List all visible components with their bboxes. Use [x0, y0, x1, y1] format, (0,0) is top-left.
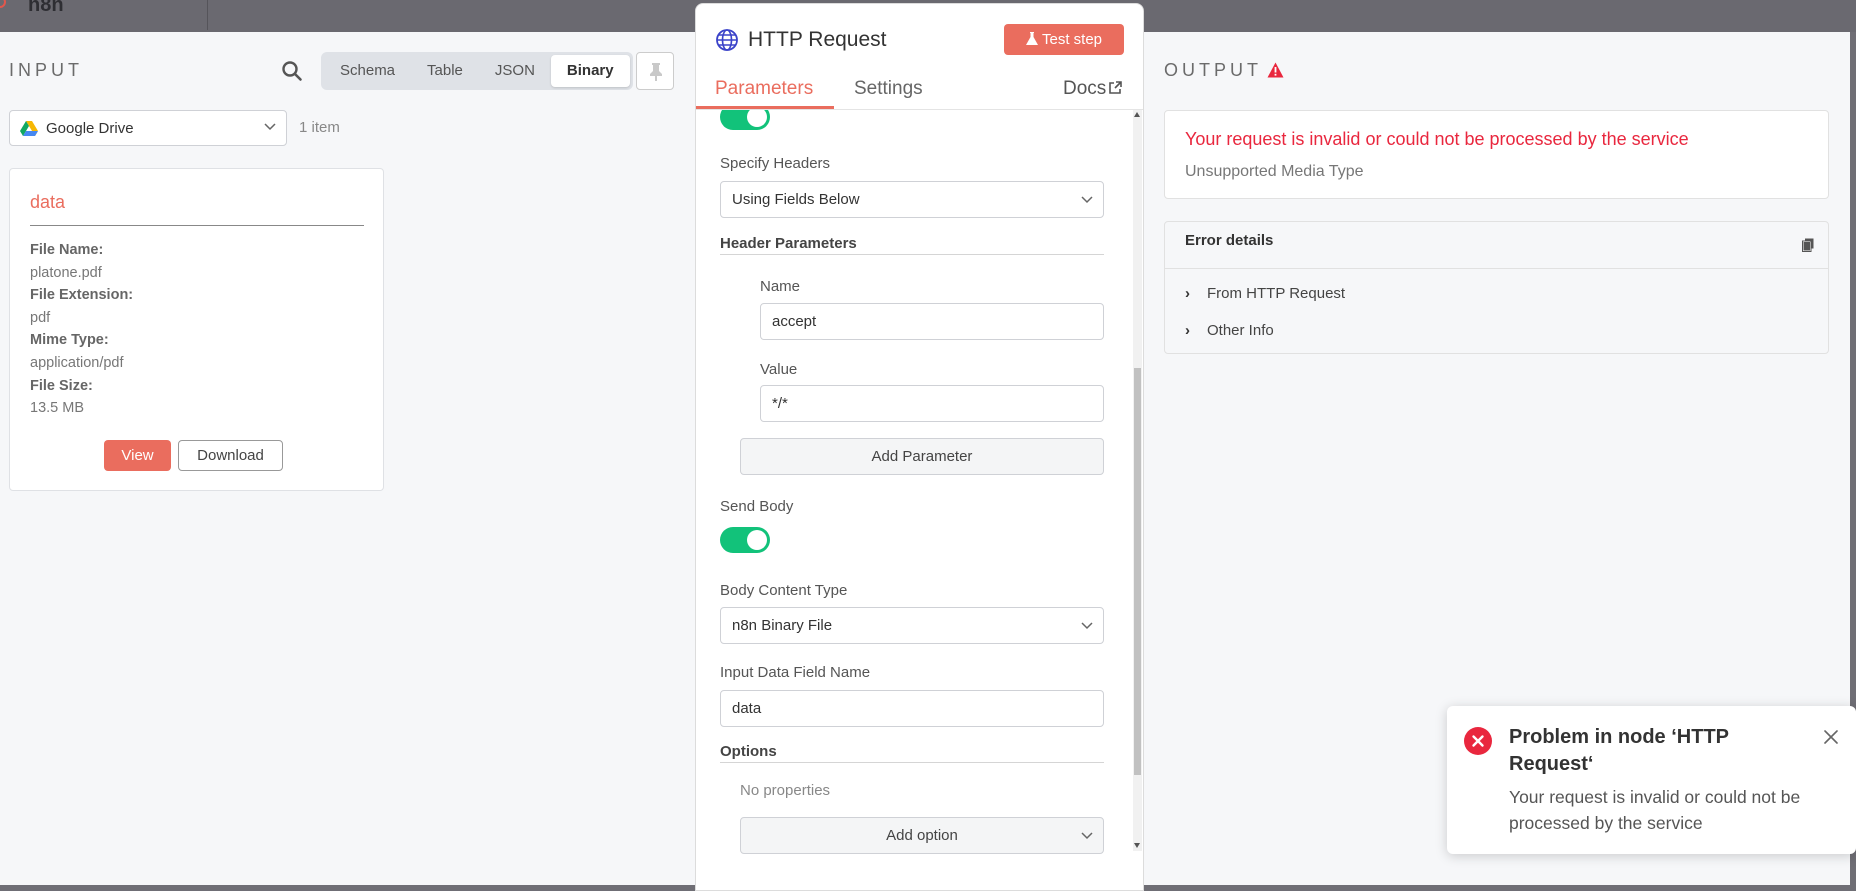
- tab-schema[interactable]: Schema: [324, 55, 411, 87]
- binary-metadata: File Name: platone.pdf File Extension: p…: [30, 239, 133, 420]
- error-message-box: Your request is invalid or could not be …: [1164, 110, 1829, 199]
- binary-data-card: data File Name: platone.pdf File Extensi…: [9, 168, 384, 491]
- input-panel-title: INPUT: [9, 60, 83, 80]
- test-step-button[interactable]: Test step: [1004, 24, 1124, 55]
- error-details-divider: [1165, 268, 1828, 269]
- parameters-scrollbar[interactable]: [1133, 110, 1142, 851]
- chevron-down-icon: [1081, 832, 1093, 840]
- details-row-label: From HTTP Request: [1207, 285, 1346, 302]
- details-row-other-info[interactable]: › Other Info: [1185, 322, 1274, 339]
- meta-value: pdf: [30, 309, 51, 326]
- app-logo-text: n8n: [28, 0, 64, 16]
- scroll-up-arrow[interactable]: [1134, 112, 1140, 117]
- input-field-name-input[interactable]: data: [720, 690, 1104, 727]
- header-name-value: accept: [772, 313, 817, 330]
- copy-icon[interactable]: [1802, 238, 1814, 252]
- error-circle-icon: [1464, 727, 1492, 755]
- error-title: Your request is invalid or could not be …: [1185, 129, 1689, 149]
- meta-value: 13.5 MB: [30, 400, 84, 417]
- toast-message: Your request is invalid or could not be …: [1509, 787, 1801, 833]
- error-subtitle: Unsupported Media Type: [1185, 163, 1364, 180]
- meta-value: platone.pdf: [30, 264, 102, 281]
- docs-label: Docs: [1063, 78, 1107, 99]
- header-parameters-divider: [720, 254, 1104, 255]
- input-field-name-label: Input Data Field Name: [720, 664, 871, 681]
- input-node-select[interactable]: Google Drive: [9, 110, 287, 146]
- tab-settings[interactable]: Settings: [854, 78, 923, 100]
- options-heading: Options: [720, 743, 777, 760]
- send-body-toggle[interactable]: [720, 527, 770, 553]
- header-value-label: Value: [760, 361, 798, 378]
- add-option-button[interactable]: Add option: [740, 817, 1104, 854]
- parameters-scroll-area[interactable]: Specify Headers Using Fields Below Heade…: [696, 110, 1143, 855]
- specify-headers-select[interactable]: Using Fields Below: [720, 181, 1104, 218]
- header-value-input[interactable]: */*: [760, 385, 1104, 422]
- meta-key: File Extension:: [30, 287, 134, 304]
- tab-binary[interactable]: Binary: [550, 55, 630, 87]
- globe-icon: [716, 29, 738, 51]
- output-panel-title: OUTPUT: [1164, 60, 1262, 80]
- flask-icon: [1025, 32, 1038, 45]
- docs-link[interactable]: Docs: [1063, 78, 1123, 100]
- input-field-name-value: data: [732, 700, 762, 717]
- close-icon[interactable]: [1824, 730, 1838, 744]
- scroll-down-arrow[interactable]: [1134, 843, 1140, 848]
- no-properties-text: No properties: [740, 782, 831, 799]
- pin-icon: [650, 63, 662, 81]
- view-button[interactable]: View: [104, 440, 171, 471]
- display-mode-switch: Schema Table JSON Binary: [321, 52, 633, 90]
- meta-key: Mime Type:: [30, 332, 109, 349]
- header-name-label: Name: [760, 278, 801, 295]
- previous-option-toggle[interactable]: [720, 110, 770, 130]
- specify-headers-value: Using Fields Below: [732, 191, 860, 208]
- chevron-down-icon: [264, 123, 276, 131]
- meta-value: application/pdf: [30, 354, 124, 371]
- warning-icon: [1267, 62, 1284, 78]
- external-link-icon: [1109, 81, 1123, 94]
- node-title[interactable]: HTTP Request: [748, 28, 887, 52]
- tab-parameters[interactable]: Parameters: [715, 78, 813, 100]
- google-drive-icon: [20, 121, 38, 136]
- body-content-type-select[interactable]: n8n Binary File: [720, 607, 1104, 644]
- specify-headers-label: Specify Headers: [720, 155, 831, 172]
- node-settings-panel: HTTP Request Test step Parameters Settin…: [695, 3, 1144, 891]
- binary-property-name: data: [30, 192, 66, 212]
- details-row-from-http-request[interactable]: › From HTTP Request: [1185, 285, 1345, 302]
- error-details-title: Error details: [1185, 232, 1274, 249]
- input-node-select-value: Google Drive: [46, 120, 134, 137]
- chevron-down-icon: [1081, 622, 1093, 630]
- add-option-label: Add option: [886, 827, 958, 844]
- pin-data-button[interactable]: [636, 52, 674, 90]
- error-details-box: Error details › From HTTP Request › Other …: [1164, 221, 1829, 354]
- header-parameters-heading: Header Parameters: [720, 235, 857, 252]
- body-content-type-value: n8n Binary File: [732, 617, 833, 634]
- header-name-input[interactable]: accept: [760, 303, 1104, 340]
- test-step-label: Test step: [1041, 31, 1103, 48]
- scrollbar-thumb[interactable]: [1134, 368, 1141, 775]
- search-icon[interactable]: [281, 60, 303, 82]
- options-divider: [720, 762, 1104, 763]
- chevron-right-icon: ›: [1185, 322, 1190, 339]
- binary-card-divider: [30, 225, 364, 226]
- chevron-down-icon: [1081, 196, 1093, 204]
- download-button[interactable]: Download: [178, 440, 283, 471]
- meta-key: File Size:: [30, 377, 93, 394]
- body-content-type-label: Body Content Type: [720, 582, 848, 599]
- n8n-logo-icon: [0, 0, 6, 8]
- top-bar-divider: [207, 0, 208, 30]
- error-toast: Problem in node ‘HTTP Request‘ Your requ…: [1447, 706, 1856, 854]
- chevron-right-icon: ›: [1185, 285, 1190, 302]
- send-body-label: Send Body: [720, 498, 794, 515]
- input-item-count: 1 item: [299, 119, 340, 136]
- details-row-label: Other Info: [1207, 322, 1274, 339]
- tab-table[interactable]: Table: [411, 55, 479, 87]
- tab-json[interactable]: JSON: [479, 55, 551, 87]
- toast-title: Problem in node ‘HTTP Request‘: [1509, 726, 1729, 775]
- add-parameter-button[interactable]: Add Parameter: [740, 438, 1104, 475]
- header-value-value: */*: [772, 395, 788, 412]
- active-tab-indicator: [696, 106, 834, 109]
- meta-key: File Name:: [30, 242, 104, 258]
